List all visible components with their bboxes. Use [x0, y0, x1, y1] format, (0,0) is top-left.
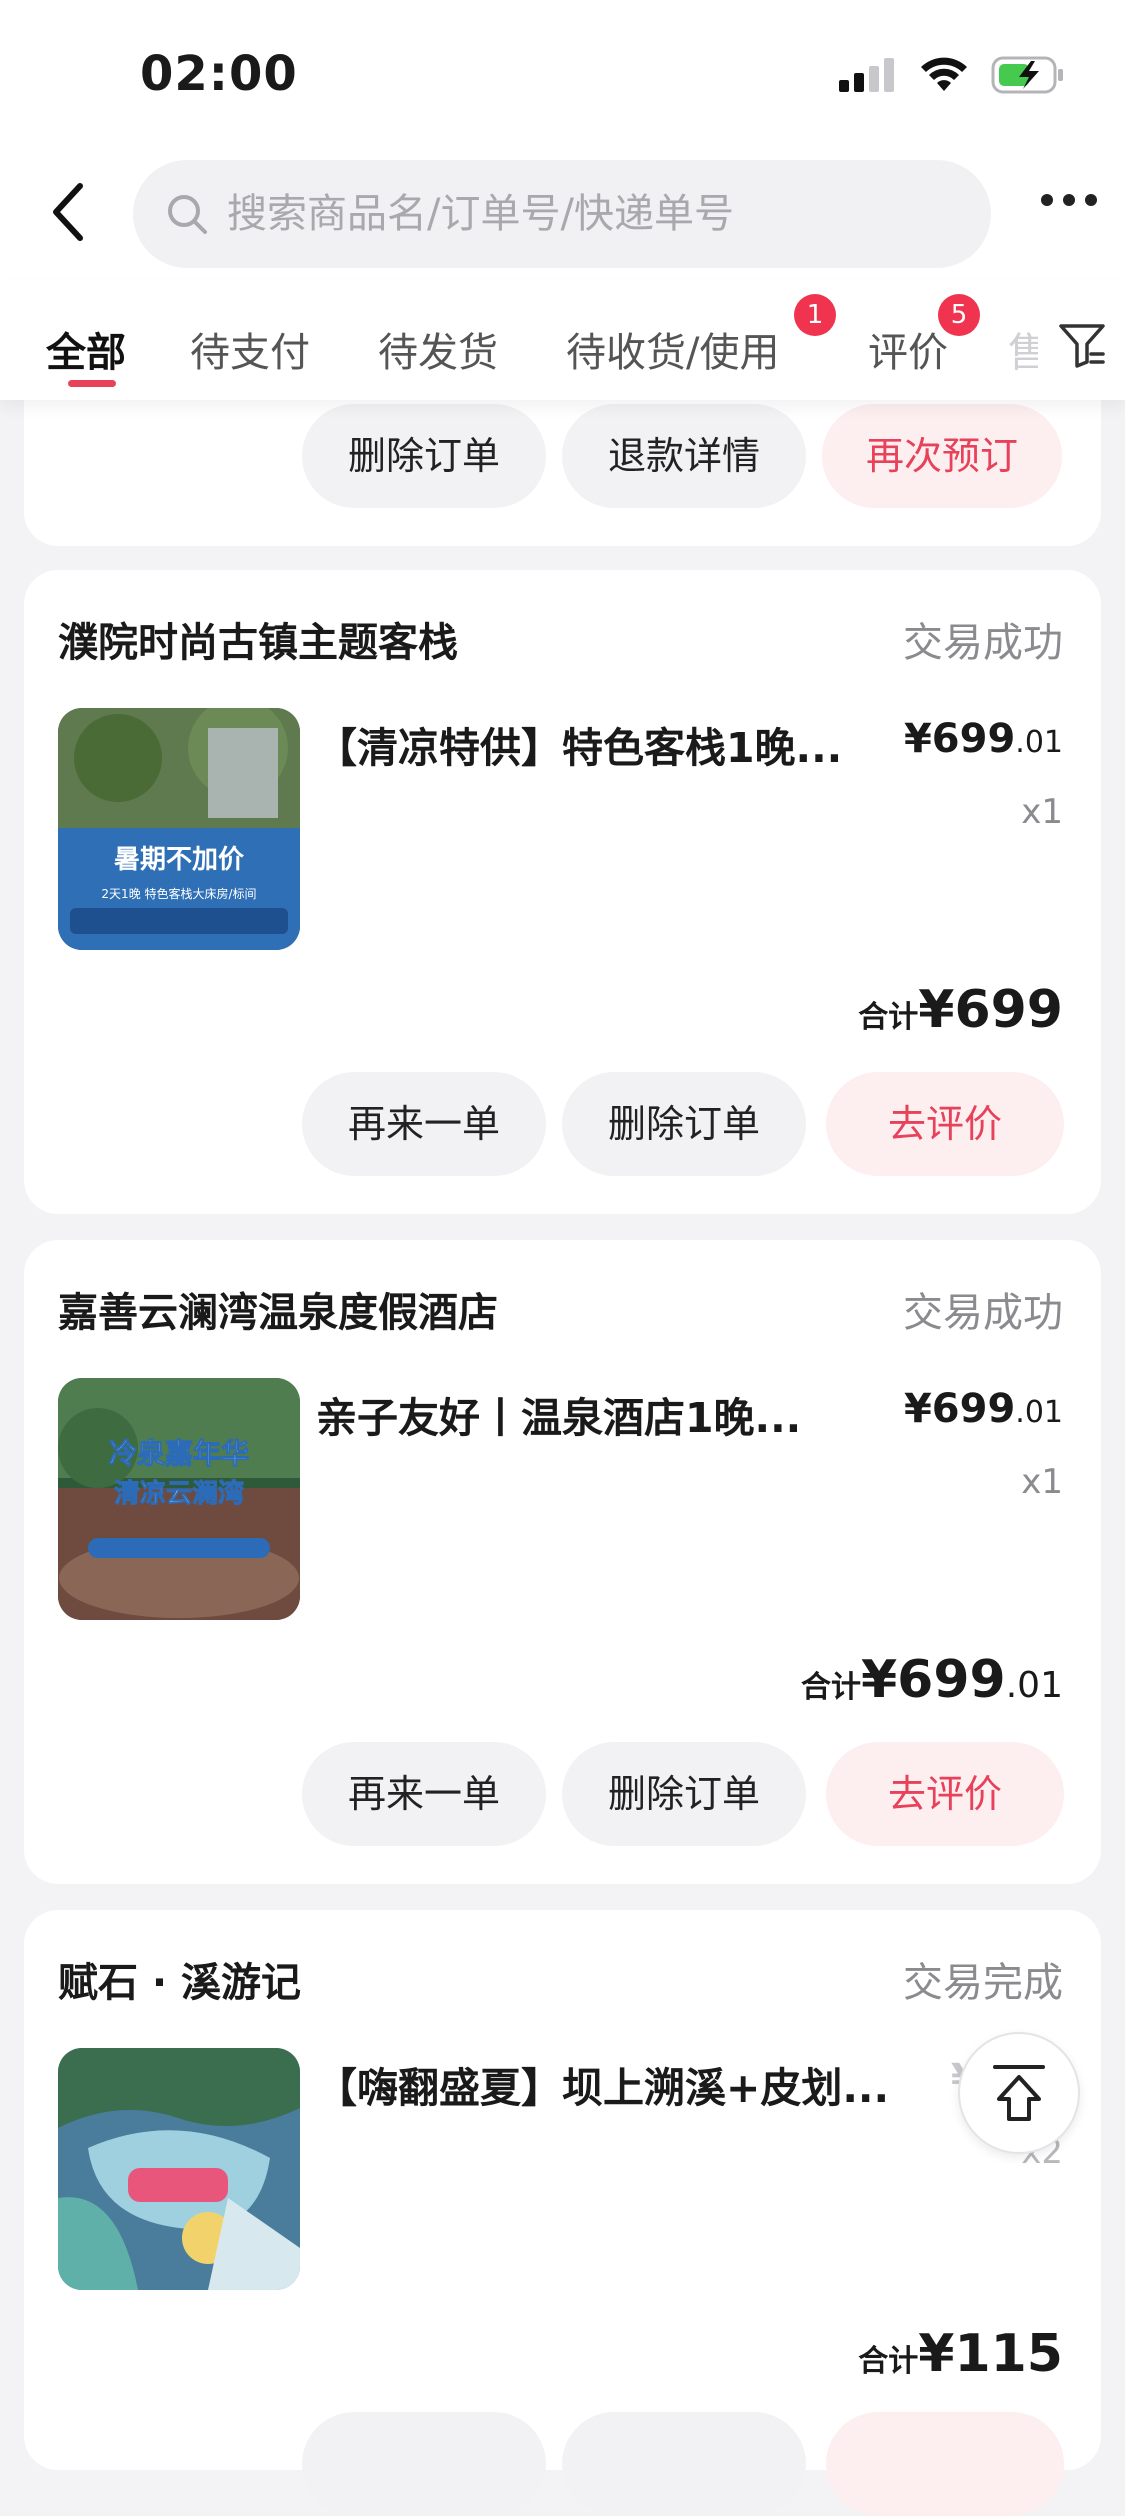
order-total: 合计¥699.01 [801, 1650, 1063, 1710]
review-button[interactable]: 去评价 [826, 1072, 1064, 1176]
status-time: 02:00 [140, 46, 298, 102]
total-decimal: .01 [1005, 1665, 1063, 1706]
tab-review[interactable]: 评价 [868, 320, 948, 378]
reorder-button[interactable]: 再来一单 [302, 1742, 546, 1846]
order-card[interactable]: 嘉善云澜湾温泉度假酒店 交易成功 冷泉嘉年华 清凉云澜湾 亲子友好丨温泉酒店1晚… [24, 1240, 1101, 1884]
thumb-subline: 清凉云澜湾 [114, 1478, 244, 1509]
search-bar[interactable] [133, 160, 991, 268]
order-button-partial[interactable] [826, 2412, 1064, 2516]
product-thumbnail[interactable]: 冷泉嘉年华 清凉云澜湾 [58, 1378, 300, 1620]
product-title[interactable]: 亲子友好丨温泉酒店1晚... [316, 1384, 876, 1444]
wifi-icon [921, 57, 967, 91]
delete-order-button[interactable]: 删除订单 [562, 1072, 806, 1176]
unit-price-decimal: .01 [1015, 1395, 1063, 1430]
search-input[interactable] [225, 190, 929, 238]
status-bar: 02:00 [0, 0, 1125, 150]
order-status: 交易完成 [903, 1960, 1063, 2006]
tab-all[interactable]: 全部 [46, 320, 126, 378]
battery-icon [991, 56, 1063, 94]
order-button-partial[interactable] [562, 2412, 806, 2516]
reorder-button[interactable]: 再来一单 [302, 1072, 546, 1176]
order-total: 合计¥699 [858, 980, 1063, 1040]
review-button[interactable]: 去评价 [826, 1742, 1064, 1846]
unit-price-main: ¥699 [903, 716, 1016, 762]
product-title[interactable]: 【嗨翻盛夏】坝上溯溪+皮划... [316, 2054, 896, 2114]
store-name[interactable]: 濮院时尚古镇主题客栈 [58, 610, 458, 668]
order-card[interactable]: 赋石 · 溪游记 交易完成 【嗨翻盛夏】坝上溯溪+皮划... ¥57.5 x2 … [24, 1910, 1101, 2516]
order-card[interactable]: 濮院时尚古镇主题客栈 交易成功 暑期不加价 2天1晚 特色客栈大床房/标间 【清… [24, 570, 1101, 1214]
back-icon[interactable] [46, 180, 96, 244]
status-icons [839, 56, 1065, 94]
order-button-partial[interactable] [302, 2412, 546, 2516]
tab-badge-receipt: 1 [794, 294, 836, 336]
store-name[interactable]: 嘉善云澜湾温泉度假酒店 [58, 1280, 498, 1338]
tab-pending-shipment[interactable]: 待发货 [378, 320, 498, 378]
order-status: 交易成功 [903, 620, 1063, 666]
arrow-up-icon [993, 2065, 1045, 2121]
tab-pending-receipt[interactable]: 待收货/使用 [566, 320, 779, 378]
thumb-subline: 2天1晚 特色客栈大床房/标间 [101, 886, 256, 901]
thumb-headline: 冷泉嘉年华 [109, 1437, 249, 1470]
total-amount: ¥699 [918, 980, 1063, 1040]
refund-details-button[interactable]: 退款详情 [562, 404, 806, 508]
quantity: x1 [1021, 792, 1063, 832]
delete-order-button[interactable]: 删除订单 [562, 1742, 806, 1846]
tab-pending-payment[interactable]: 待支付 [190, 320, 310, 378]
unit-price: ¥699.01 [904, 716, 1063, 762]
total-label: 合计 [801, 1670, 861, 1705]
signal-icon [839, 58, 894, 92]
total-amount: ¥115 [918, 2324, 1063, 2384]
top-bar [0, 150, 1125, 280]
quantity: x1 [1021, 1462, 1063, 1502]
rebook-button[interactable]: 再次预订 [822, 404, 1062, 508]
order-total: 合计¥115 [858, 2324, 1063, 2384]
tab-active-indicator [68, 380, 116, 387]
product-title[interactable]: 【清凉特供】特色客栈1晚... [316, 714, 876, 774]
order-status: 交易成功 [903, 1290, 1063, 1336]
total-amount: ¥699 [861, 1650, 1006, 1710]
more-icon[interactable] [1041, 194, 1097, 206]
total-label: 合计 [858, 2344, 919, 2379]
thumb-headline: 暑期不加价 [114, 845, 245, 875]
unit-price-main: ¥699 [903, 1386, 1016, 1432]
filter-icon[interactable] [1057, 322, 1107, 368]
product-thumbnail[interactable] [58, 2048, 300, 2290]
store-name[interactable]: 赋石 · 溪游记 [58, 1950, 301, 2008]
total-label: 合计 [858, 1000, 919, 1035]
unit-price: ¥699.01 [904, 1386, 1063, 1432]
order-tabs: 全部 待支付 待发货 待收货/使用 1 评价 5 售 [0, 280, 1125, 400]
delete-order-button[interactable]: 删除订单 [302, 404, 546, 508]
back-to-top-button[interactable] [958, 2032, 1080, 2154]
tab-badge-review: 5 [938, 294, 980, 336]
tab-after-sale[interactable]: 售 [1008, 320, 1038, 378]
unit-price-decimal: .01 [1015, 725, 1063, 760]
search-icon [168, 195, 207, 234]
product-thumbnail[interactable]: 暑期不加价 2天1晚 特色客栈大床房/标间 [58, 708, 300, 950]
